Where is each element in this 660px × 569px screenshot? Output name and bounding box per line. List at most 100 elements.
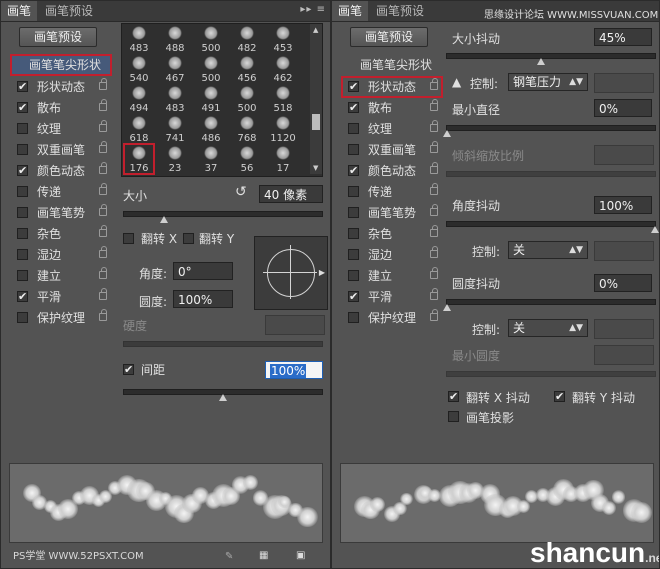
control-dropdown[interactable]: 钢笔压力 ▲▼ (508, 73, 588, 91)
scroll-down-icon[interactable]: ▼ (313, 164, 318, 172)
brush-tip-cell[interactable]: 768 (232, 114, 262, 144)
sidebar-item[interactable]: 杂色 (342, 224, 442, 244)
brush-tip-cell[interactable]: 482 (232, 24, 262, 54)
sidebar-item[interactable]: 双重画笔 (342, 140, 442, 160)
sidebar-item[interactable]: 画笔笔势 (11, 203, 111, 223)
sidebar-item-checkbox[interactable] (17, 270, 28, 281)
brush-tip-cell[interactable]: 500 (196, 24, 226, 54)
sidebar-item-checkbox[interactable]: ✔ (348, 291, 359, 302)
grid-scrollbar-thumb[interactable] (312, 114, 320, 130)
lock-icon[interactable] (99, 267, 107, 279)
new-brush-icon[interactable]: ▣ (296, 550, 305, 561)
brush-tip-cell[interactable]: 540 (124, 54, 154, 84)
brush-tip-cell[interactable]: 456 (232, 54, 262, 84)
roundness-control-dropdown[interactable]: 关 ▲▼ (508, 319, 588, 337)
angle-control-dropdown[interactable]: 关 ▲▼ (508, 241, 588, 259)
size-slider-thumb[interactable] (159, 216, 168, 223)
size-field[interactable]: 40 像素 (259, 185, 323, 203)
lock-icon[interactable] (430, 78, 438, 90)
brush-tip-cell[interactable]: 500 (232, 84, 262, 114)
lock-icon[interactable] (430, 162, 438, 174)
sidebar-item[interactable]: 传递 (11, 182, 111, 202)
panel-menu-icon[interactable]: ▸▸ ≡ (300, 4, 326, 15)
lock-icon[interactable] (430, 204, 438, 216)
sidebar-item-checkbox[interactable]: ✔ (17, 81, 28, 92)
sidebar-item-checkbox[interactable] (17, 249, 28, 260)
lock-icon[interactable] (99, 78, 107, 90)
brush-tip-cell[interactable]: 56 (232, 144, 262, 174)
lock-icon[interactable] (99, 162, 107, 174)
sidebar-item[interactable]: ✔ 平滑 (342, 287, 442, 307)
sidebar-item-checkbox[interactable] (348, 207, 359, 218)
sidebar-item-checkbox[interactable] (17, 186, 28, 197)
spacing-slider-thumb[interactable] (219, 394, 227, 401)
sidebar-item-checkbox[interactable]: ✔ (348, 81, 359, 92)
angle-jitter-slider-thumb[interactable] (651, 226, 659, 233)
sidebar-item[interactable]: 湿边 (11, 245, 111, 265)
brush-tip-cell[interactable]: 467 (160, 54, 190, 84)
spacing-field[interactable]: 100% (265, 361, 323, 379)
angle-jitter-slider[interactable] (446, 221, 659, 233)
brush-icon[interactable]: ✎ (225, 551, 233, 562)
sidebar-item-checkbox[interactable] (348, 123, 359, 134)
sidebar-item-checkbox[interactable]: ✔ (348, 165, 359, 176)
brush-tip-cell[interactable]: 462 (268, 54, 298, 84)
sidebar-item-checkbox[interactable]: ✔ (348, 102, 359, 113)
brush-tip-cell[interactable]: 453 (268, 24, 298, 54)
lock-icon[interactable] (430, 267, 438, 279)
sidebar-item[interactable]: 双重画笔 (11, 140, 111, 160)
sidebar-item-tip-shape[interactable]: 画笔笔尖形状 (10, 54, 112, 76)
sidebar-item-checkbox[interactable] (17, 228, 28, 239)
lock-icon[interactable] (99, 309, 107, 321)
brush-tip-cell[interactable]: 741 (160, 114, 190, 144)
brush-tip-cell[interactable]: 23 (160, 144, 190, 174)
lock-icon[interactable] (430, 225, 438, 237)
sidebar-item[interactable]: 传递 (342, 182, 442, 202)
size-jitter-field[interactable]: 45% (594, 28, 652, 46)
size-jitter-slider-thumb[interactable] (536, 58, 545, 65)
lock-icon[interactable] (430, 141, 438, 153)
size-jitter-slider[interactable] (446, 53, 656, 65)
selected-brush-tip[interactable] (123, 143, 155, 175)
brush-presets-button[interactable]: 画笔预设 (19, 27, 97, 47)
sidebar-item-checkbox[interactable]: ✔ (17, 165, 28, 176)
sidebar-item[interactable]: 建立 (11, 266, 111, 286)
tab-brush-presets[interactable]: 画笔预设 (39, 1, 99, 21)
brush-tip-cell[interactable]: 483 (124, 24, 154, 54)
min-diameter-field[interactable]: 0% (594, 99, 652, 117)
sidebar-item[interactable]: ✔ 形状动态 (341, 76, 443, 98)
brush-tip-cell[interactable]: 37 (196, 144, 226, 174)
brush-tip-cell[interactable]: 17 (268, 144, 298, 174)
grid-icon[interactable]: ▦ (259, 550, 268, 561)
sidebar-item-checkbox[interactable] (17, 123, 28, 134)
sidebar-item-checkbox[interactable] (348, 312, 359, 323)
lock-icon[interactable] (99, 288, 107, 300)
sidebar-item-checkbox[interactable] (17, 312, 28, 323)
tab-brush[interactable]: 画笔 (1, 1, 38, 21)
sidebar-item-checkbox[interactable] (17, 144, 28, 155)
brush-tip-cell[interactable]: 488 (160, 24, 190, 54)
sidebar-item-checkbox[interactable] (17, 207, 28, 218)
sidebar-item[interactable]: ✔ 散布 (11, 98, 111, 118)
grid-scrollbar[interactable]: ▲ ▼ (310, 24, 322, 174)
roundness-jitter-slider[interactable] (443, 299, 656, 311)
sidebar-item-checkbox[interactable] (348, 144, 359, 155)
flip-x-jitter-checkbox[interactable]: ✔ (448, 391, 459, 402)
lock-icon[interactable] (430, 246, 438, 258)
lock-icon[interactable] (430, 99, 438, 111)
min-diameter-slider[interactable] (443, 125, 656, 137)
roundness-circle[interactable] (267, 249, 315, 297)
spacing-checkbox[interactable]: ✔ (123, 364, 134, 375)
sidebar-item[interactable]: ✔ 平滑 (11, 287, 111, 307)
lock-icon[interactable] (430, 309, 438, 321)
lock-icon[interactable] (99, 141, 107, 153)
sidebar-item-checkbox[interactable]: ✔ (17, 102, 28, 113)
sidebar-item[interactable]: 湿边 (342, 245, 442, 265)
brush-tip-cell[interactable]: 1120 (268, 114, 298, 144)
brush-tip-grid[interactable]: 483 488 500 482 453 540 467 500 456 462 494 483 491 5… (121, 23, 323, 177)
brush-tip-cell[interactable]: 500 (196, 54, 226, 84)
sidebar-item-tip-shape[interactable]: 画笔笔尖形状 (342, 55, 442, 75)
angle-arrow-icon[interactable]: ▶ (319, 268, 325, 277)
brush-tip-cell[interactable]: 618 (124, 114, 154, 144)
lock-icon[interactable] (99, 99, 107, 111)
